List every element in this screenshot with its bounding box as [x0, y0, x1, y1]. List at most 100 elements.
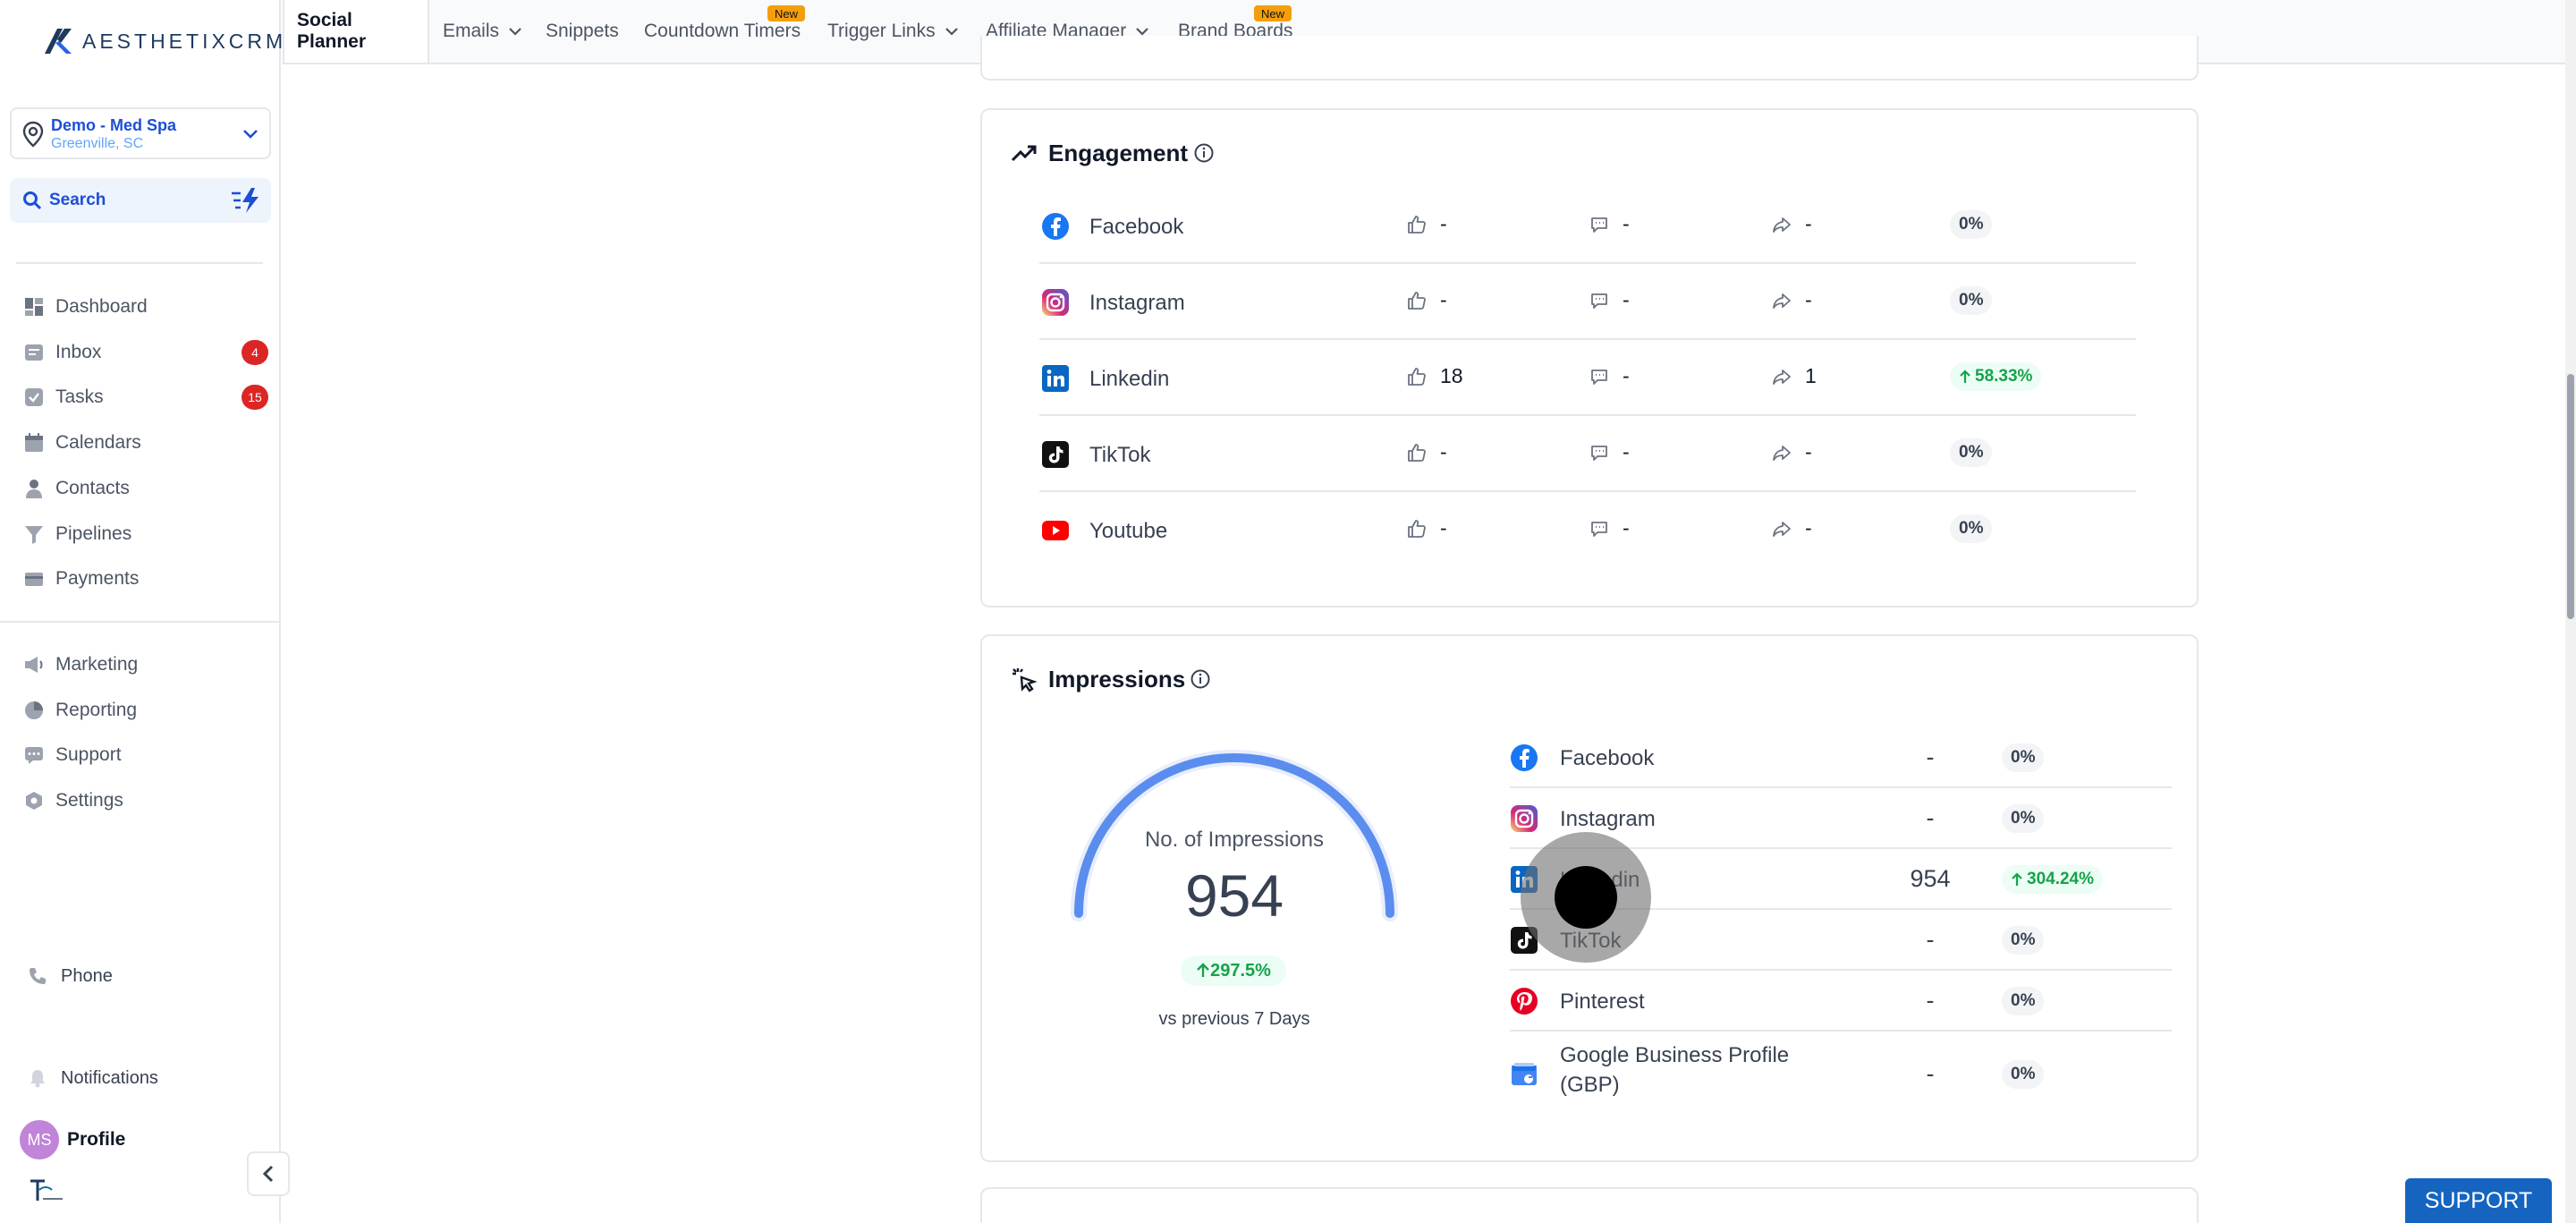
page-scrollbar[interactable] — [2565, 0, 2576, 1223]
arrow-up-icon — [1197, 963, 1209, 977]
search-icon — [23, 191, 42, 210]
sidebar-notifications[interactable]: Notifications — [0, 1058, 281, 1098]
linkedin-icon — [1041, 364, 1070, 393]
pinterest-icon — [1510, 987, 1538, 1015]
scrollbar-thumb[interactable] — [2567, 374, 2574, 619]
impressions-value: 954 — [1910, 865, 1951, 892]
sidebar-item-tasks[interactable]: Tasks 15 — [0, 378, 281, 417]
sidebar-item-reporting[interactable]: Reporting — [0, 691, 281, 730]
sidebar-item-settings[interactable]: Settings — [0, 781, 281, 820]
sidebar-item-payments[interactable]: Payments — [0, 559, 281, 599]
pipelines-icon — [23, 523, 45, 545]
location-pin-icon — [22, 121, 44, 148]
share-icon — [1771, 366, 1792, 387]
shares-value: - — [1805, 288, 1812, 311]
comment-icon — [1589, 290, 1610, 311]
platform-name: TikTok — [1089, 443, 1151, 467]
profile-label[interactable]: Profile — [67, 1129, 125, 1151]
gauge-change-value: 297.5% — [1210, 960, 1271, 981]
sidebar-item-marketing[interactable]: Marketing — [0, 645, 281, 684]
impressions-value: - — [1926, 804, 1935, 831]
sidebar-phone[interactable]: Phone — [0, 956, 281, 996]
sidebar-item-calendars[interactable]: Calendars — [0, 423, 281, 463]
gauge-comparison-label: vs previous 7 Days — [1158, 1009, 1310, 1029]
new-badge: New — [1254, 5, 1292, 21]
reporting-icon — [23, 700, 45, 721]
thumbs-up-icon — [1406, 214, 1428, 235]
quick-action-bolt-icon[interactable] — [230, 186, 260, 215]
platform-name: Facebook — [1560, 745, 1655, 770]
location-switcher[interactable]: Demo - Med Spa Greenville, SC — [10, 107, 271, 159]
comments-metric: - — [1589, 364, 1630, 388]
collapse-sidebar-button[interactable] — [247, 1151, 290, 1196]
support-button[interactable]: SUPPORT — [2405, 1178, 2552, 1223]
click-cursor-icon — [1013, 668, 1038, 692]
change-value: 58.33% — [1975, 367, 2033, 386]
sidebar-item-label: Inbox — [55, 342, 102, 362]
impressions-row-facebook: Facebook - 0% — [1510, 727, 2172, 788]
tasks-count-badge: 15 — [242, 385, 268, 410]
notifications-label: Notifications — [61, 1067, 158, 1088]
gauge-label: No. of Impressions — [1144, 828, 1325, 852]
shares-value: - — [1805, 516, 1812, 539]
shares-value: - — [1805, 212, 1812, 235]
tab-trigger-links[interactable]: Trigger Links — [827, 0, 959, 63]
likes-metric: - — [1406, 212, 1447, 236]
impressions-row-google-business-profile-gbp: Google Business Profile (GBP) - 0% — [1510, 1032, 2172, 1117]
platform-name: Instagram — [1089, 291, 1185, 315]
gauge-value: 954 — [1184, 862, 1284, 929]
tab-emails[interactable]: Emails — [443, 0, 522, 63]
sidebar-search[interactable]: Search — [10, 178, 271, 223]
brand-logo[interactable]: AESTHETIXCRM — [41, 23, 286, 59]
shares-value: 1 — [1805, 364, 1817, 387]
likes-metric: - — [1406, 440, 1447, 464]
comments-metric: - — [1589, 288, 1630, 312]
change-value: 0% — [1959, 519, 1984, 538]
tiktok-icon — [1041, 440, 1070, 469]
info-icon[interactable] — [1193, 142, 1215, 164]
avatar[interactable]: MS — [20, 1120, 59, 1159]
chevron-down-icon — [243, 130, 258, 139]
facebook-icon — [1041, 212, 1070, 241]
change-badge: 58.33% — [1950, 362, 2042, 391]
tab-social-planner[interactable]: Social Planner — [283, 0, 429, 63]
shares-metric: - — [1771, 516, 1812, 540]
change-badge: 0% — [1950, 514, 1993, 543]
sidebar-item-label: Reporting — [55, 700, 138, 720]
engagement-row-instagram: Instagram - - - 0% — [1039, 265, 2136, 340]
location-name: Demo - Med Spa — [51, 116, 177, 134]
change-value: 0% — [1959, 215, 1984, 234]
sidebar: AESTHETIXCRM Demo - Med Spa Greenville, … — [0, 0, 283, 1223]
dashboard-icon — [23, 296, 45, 318]
sidebar-item-label: Tasks — [55, 386, 104, 407]
sidebar-item-label: Settings — [55, 790, 123, 811]
change-badge: 0% — [2002, 987, 2045, 1015]
comments-metric: - — [1589, 212, 1630, 236]
change-value: 0% — [2011, 1065, 2036, 1083]
sidebar-divider — [0, 621, 281, 623]
platform-name: Google Business Profile (GBP) — [1560, 1043, 1790, 1097]
sidebar-item-support[interactable]: Support — [0, 735, 281, 775]
impressions-row-pinterest: Pinterest - 0% — [1510, 971, 2172, 1032]
arrow-up-icon — [1960, 369, 1970, 383]
sidebar-item-label: Payments — [55, 568, 140, 589]
change-badge: 304.24% — [2002, 865, 2104, 894]
impressions-value: - — [1926, 926, 1935, 953]
share-icon — [1771, 442, 1792, 463]
inbox-count-badge: 4 — [242, 340, 268, 365]
change-badge: 0% — [1950, 286, 1993, 315]
sidebar-item-contacts[interactable]: Contacts — [0, 469, 281, 508]
info-icon[interactable] — [1190, 668, 1211, 690]
sidebar-item-dashboard[interactable]: Dashboard — [0, 287, 281, 327]
payments-icon — [23, 568, 45, 590]
marketing-icon — [23, 654, 45, 675]
impressions-value: - — [1926, 987, 1935, 1014]
comment-icon — [1589, 214, 1610, 235]
comment-icon — [1589, 518, 1610, 539]
company-logo-icon — [30, 1179, 63, 1201]
sidebar-item-inbox[interactable]: Inbox 4 — [0, 333, 281, 372]
sidebar-item-pipelines[interactable]: Pipelines — [0, 514, 281, 554]
comment-icon — [1589, 442, 1610, 463]
comments-value: - — [1623, 516, 1630, 539]
tab-snippets[interactable]: Snippets — [546, 0, 619, 63]
